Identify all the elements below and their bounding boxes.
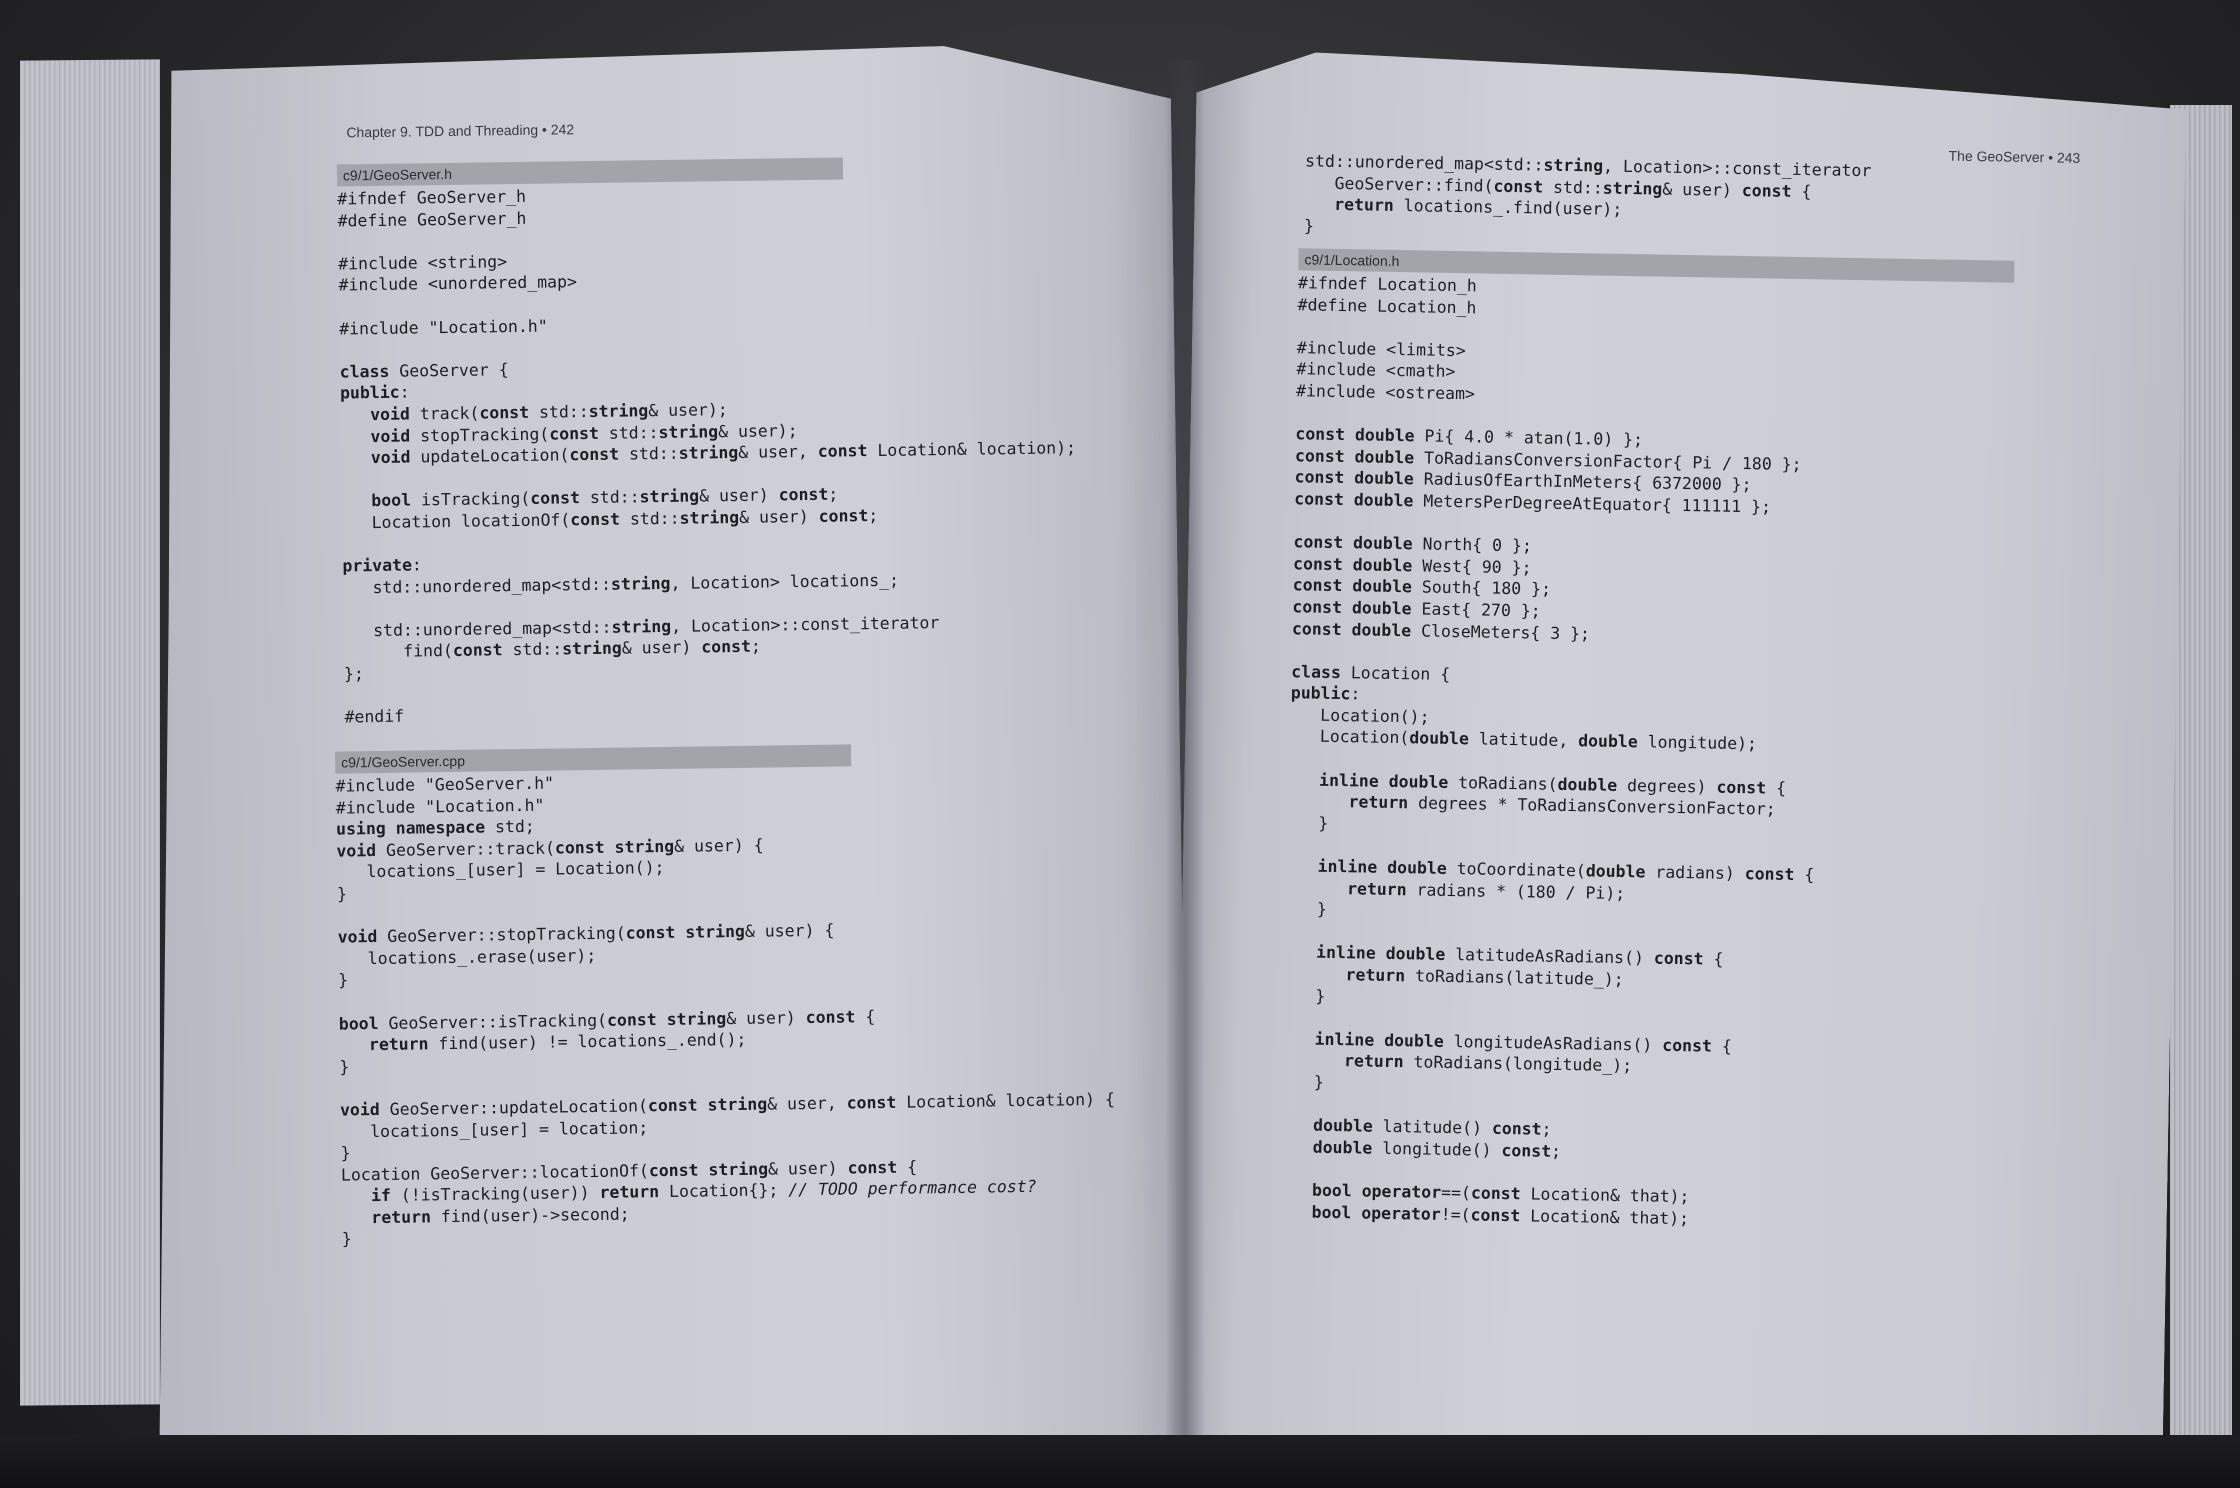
right-page: The GeoServer • 243 std::unordered_map<s… xyxy=(1173,36,2187,1453)
table-shadow xyxy=(0,1435,2240,1488)
left-running-head: Chapter 9. TDD and Threading • 242 xyxy=(346,121,575,141)
left-page-stack xyxy=(20,59,160,1406)
photo-scene: Chapter 9. TDD and Threading • 242 c9/1/… xyxy=(0,0,2240,1488)
code-location-h: #ifndef Location_h #define Location_h #i… xyxy=(1281,273,1815,1228)
left-page: Chapter 9. TDD and Threading • 242 c9/1/… xyxy=(140,43,1189,1452)
code-geoserver-cpp: #include "GeoServer.h" #include "Locatio… xyxy=(335,773,1115,1250)
book-gutter xyxy=(1165,60,1205,1440)
code-geoserver-h: #ifndef GeoServer_h #define GeoServer_h … xyxy=(337,186,1077,727)
code-find-definition: std::unordered_map<std::string, Location… xyxy=(1303,151,1872,236)
right-running-head: The GeoServer • 243 xyxy=(1948,147,2081,166)
